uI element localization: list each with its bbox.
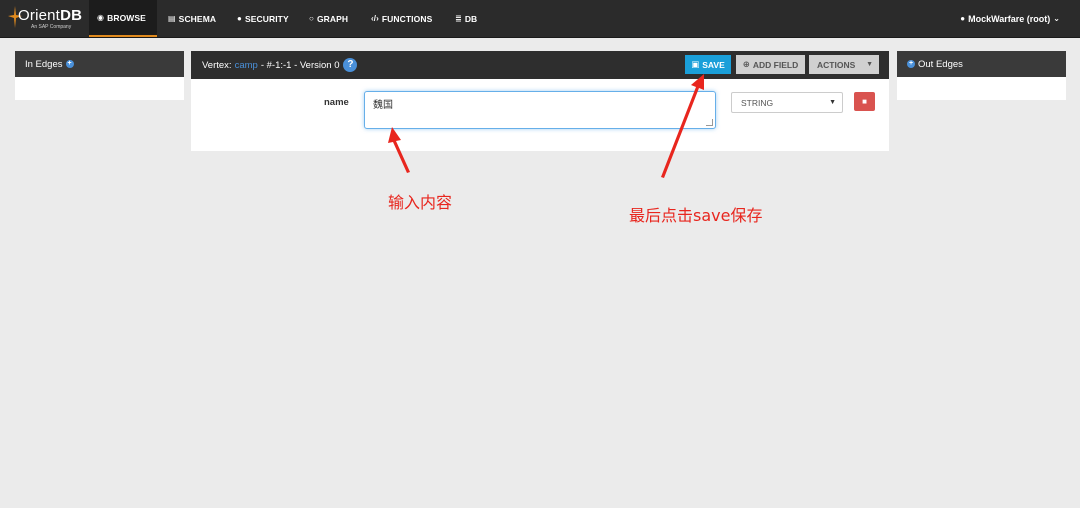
annotation-input-hint: 输入内容	[388, 193, 453, 212]
arrow-to-save	[661, 74, 704, 178]
annotation-save-hint: 最后点击save保存	[629, 206, 763, 225]
annotation-arrows	[388, 74, 704, 178]
arrow-to-input	[388, 127, 410, 173]
